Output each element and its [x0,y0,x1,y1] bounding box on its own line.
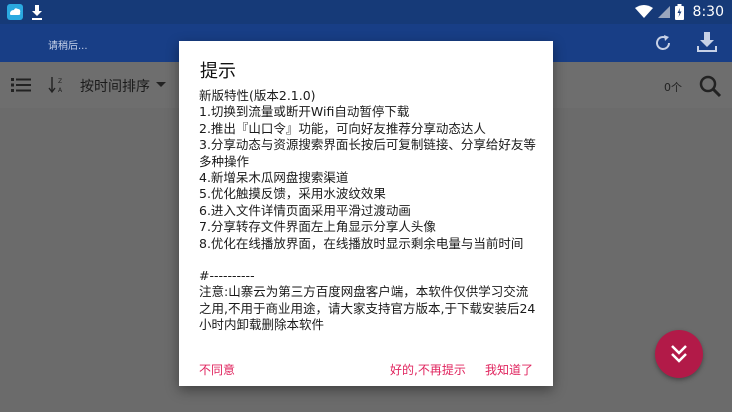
dont-show-again-button[interactable]: 好的,不再提示 [390,361,466,378]
chevron-down-icon[interactable] [156,82,166,87]
download-icon [32,5,42,20]
item-count: 0个 [664,81,682,94]
svg-text:Z: Z [58,78,62,85]
signal-icon [657,6,670,18]
release-notes-line: 3.分享动态与资源搜索界面长按后可复制链接、分享给好友等多种操作 [199,137,536,169]
wifi-icon [634,5,653,18]
release-notes-line: 8.优化在线播放界面，在线播放时显示剩余电量与当前时间 [199,235,524,251]
release-notes-line: 5.优化触摸反馈，采用水波纹效果 [199,186,386,202]
app-bar-subtitle: 请稍后... [48,41,88,52]
disagree-button[interactable]: 不同意 [199,361,235,378]
fab-button[interactable] [655,330,703,378]
notice-dialog: 提示 新版特性(版本2.1.0) 1.切换到流量或断开Wifi自动暂停下载 2.… [179,41,553,386]
release-notes-line: 4.新增呆木瓜网盘搜索渠道 [199,170,349,186]
dialog-body: 新版特性(版本2.1.0) 1.切换到流量或断开Wifi自动暂停下载 2.推出『… [199,88,539,334]
release-notes-line: 新版特性(版本2.1.0) [199,88,316,103]
list-view-icon[interactable] [11,77,31,93]
release-notes-line: 6.进入文件详情页面采用平滑过渡动画 [199,202,411,218]
ok-button[interactable]: 我知道了 [485,361,533,378]
sort-az-icon[interactable]: Z A [48,76,66,94]
status-time: 8:30 [692,4,724,20]
separator-line: #---------- [199,268,255,284]
download-button[interactable] [696,31,718,53]
double-chevron-down-icon [671,345,687,363]
release-notes-line: 7.分享转存文件界面左上角显示分享人头像 [199,219,436,235]
battery-icon [674,4,684,20]
refresh-icon[interactable] [653,33,673,53]
sort-dropdown[interactable]: 按时间排序 [80,76,150,96]
status-bar: 8:30 [0,0,732,24]
notice-text: 注意:山寨云为第三方百度网盘客户端，本软件仅供学习交流之用,不用于商业用途，请大… [199,284,536,333]
dialog-actions: 不同意 好的,不再提示 我知道了 [179,361,553,379]
svg-text:A: A [58,87,63,94]
dialog-title: 提示 [200,61,236,82]
release-notes-line: 2.推出『山口令』功能，可向好友推荐分享动态达人 [199,120,486,136]
app-icon [7,4,23,20]
release-notes-line: 1.切换到流量或断开Wifi自动暂停下载 [199,104,410,120]
search-icon[interactable] [698,74,722,98]
